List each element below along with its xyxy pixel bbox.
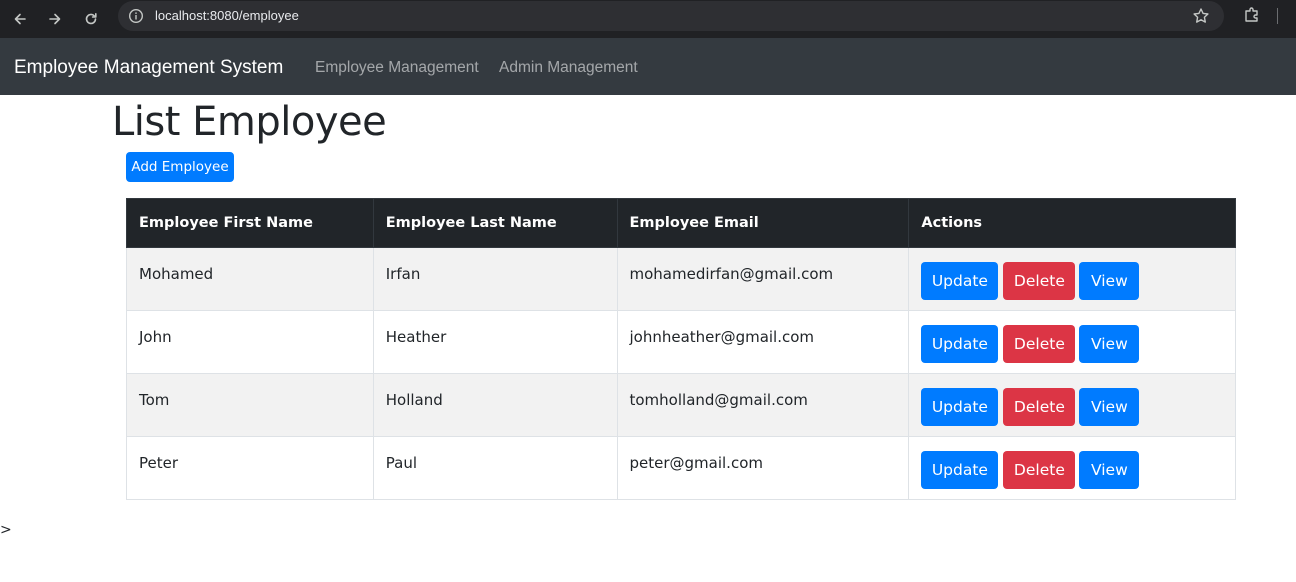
column-header-last-name: Employee Last Name [372, 198, 618, 248]
bookmark-star-icon[interactable] [1192, 7, 1210, 25]
address-bar[interactable]: localhost:8080/employee [118, 1, 1224, 31]
view-button[interactable]: View [1079, 325, 1140, 363]
delete-button[interactable]: Delete [1003, 262, 1076, 300]
email-cell: tomholland@gmail.com [616, 373, 910, 437]
update-button[interactable]: Update [921, 451, 999, 489]
toolbar-divider [1277, 8, 1278, 24]
url-text[interactable]: localhost:8080/employee [155, 8, 299, 24]
last-name-cell: Paul [372, 436, 618, 500]
delete-button[interactable]: Delete [1003, 451, 1076, 489]
actions-cell: Update Delete View [908, 310, 1236, 374]
employee-table: Employee First Name Employee Last Name E… [126, 198, 1236, 500]
nav-link-employee-management[interactable]: Employee Management [315, 59, 479, 77]
table-row: Mohamed Irfan mohamedirfan@gmail.com Upd… [126, 247, 1236, 311]
last-name-cell: Holland [372, 373, 618, 437]
column-header-actions: Actions [908, 198, 1236, 248]
delete-button[interactable]: Delete [1003, 388, 1076, 426]
first-name-cell: Mohamed [126, 247, 374, 311]
actions-cell: Update Delete View [908, 436, 1236, 500]
browser-toolbar: localhost:8080/employee [0, 0, 1296, 38]
table-row: John Heather johnheather@gmail.com Updat… [126, 310, 1236, 374]
table-row: Peter Paul peter@gmail.com Update Delete… [126, 436, 1236, 500]
reload-icon[interactable] [77, 5, 105, 33]
update-button[interactable]: Update [921, 262, 999, 300]
table-header-row: Employee First Name Employee Last Name E… [126, 198, 1236, 248]
page-title: List Employee [112, 99, 387, 145]
view-button[interactable]: View [1079, 388, 1140, 426]
delete-button[interactable]: Delete [1003, 325, 1076, 363]
actions-cell: Update Delete View [908, 373, 1236, 437]
column-header-first-name: Employee First Name [126, 198, 374, 248]
first-name-cell: Peter [126, 436, 374, 500]
email-cell: mohamedirfan@gmail.com [616, 247, 910, 311]
first-name-cell: John [126, 310, 374, 374]
email-cell: johnheather@gmail.com [616, 310, 910, 374]
actions-cell: Update Delete View [908, 247, 1236, 311]
forward-icon[interactable] [41, 5, 69, 33]
view-button[interactable]: View [1079, 262, 1140, 300]
extensions-icon[interactable] [1243, 6, 1261, 24]
stray-text: > [0, 522, 12, 538]
site-info-icon[interactable] [128, 8, 144, 24]
app-navbar: Employee Management System Employee Mana… [0, 38, 1296, 95]
table-row: Tom Holland tomholland@gmail.com Update … [126, 373, 1236, 437]
column-header-email: Employee Email [616, 198, 910, 248]
email-cell: peter@gmail.com [616, 436, 910, 500]
view-button[interactable]: View [1079, 451, 1140, 489]
last-name-cell: Heather [372, 310, 618, 374]
back-icon[interactable] [6, 5, 34, 33]
update-button[interactable]: Update [921, 388, 999, 426]
add-employee-button[interactable]: Add Employee [126, 152, 234, 182]
navbar-brand[interactable]: Employee Management System [14, 56, 283, 80]
first-name-cell: Tom [126, 373, 374, 437]
update-button[interactable]: Update [921, 325, 999, 363]
nav-link-admin-management[interactable]: Admin Management [499, 59, 638, 77]
last-name-cell: Irfan [372, 247, 618, 311]
